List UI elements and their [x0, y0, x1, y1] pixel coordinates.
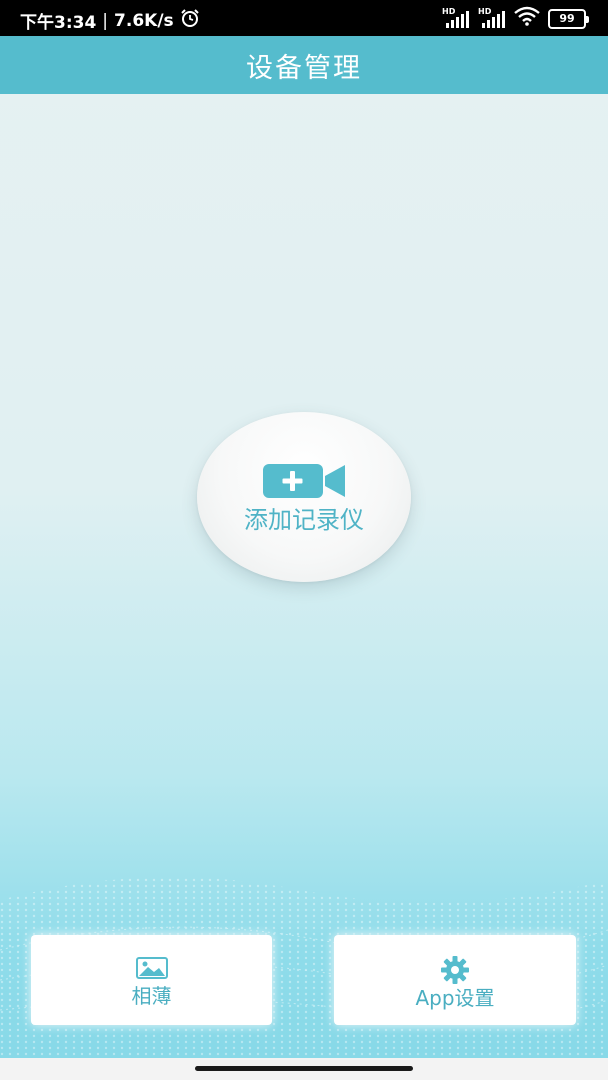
add-recorder-label: 添加记录仪 [244, 506, 364, 534]
wifi-icon [514, 6, 540, 31]
home-indicator[interactable] [195, 1066, 413, 1071]
app-settings-label: App设置 [415, 986, 495, 1010]
album-button[interactable]: 相薄 [31, 935, 272, 1025]
title-bar: 设备管理 [0, 36, 608, 94]
alarm-clock-icon [180, 8, 200, 33]
app-settings-button[interactable]: App设置 [334, 935, 576, 1025]
status-bar: 下午3:34 | 7.6K/s HD HD 99 [0, 0, 608, 36]
device-management-screen: 下午3:34 | 7.6K/s HD HD 99 设备管理 添加记录仪 相薄 A… [0, 0, 608, 1080]
page-title: 设备管理 [246, 52, 362, 84]
add-recorder-button[interactable]: 添加记录仪 [197, 412, 411, 582]
album-label: 相薄 [131, 984, 172, 1008]
status-time: 下午3:34 [20, 13, 97, 33]
status-right: HD HD 99 [442, 6, 589, 31]
image-icon [135, 957, 168, 979]
signal-strength-icon: HD [442, 7, 470, 30]
signal-strength-icon-2: HD [478, 7, 506, 30]
battery-icon: 99 [548, 8, 589, 29]
status-net-speed: 7.6K/s [114, 10, 174, 31]
video-camera-plus-icon [263, 464, 345, 498]
status-left: 下午3:34 | 7.6K/s [20, 8, 200, 33]
gear-icon [441, 956, 469, 984]
status-separator: | [102, 10, 109, 31]
